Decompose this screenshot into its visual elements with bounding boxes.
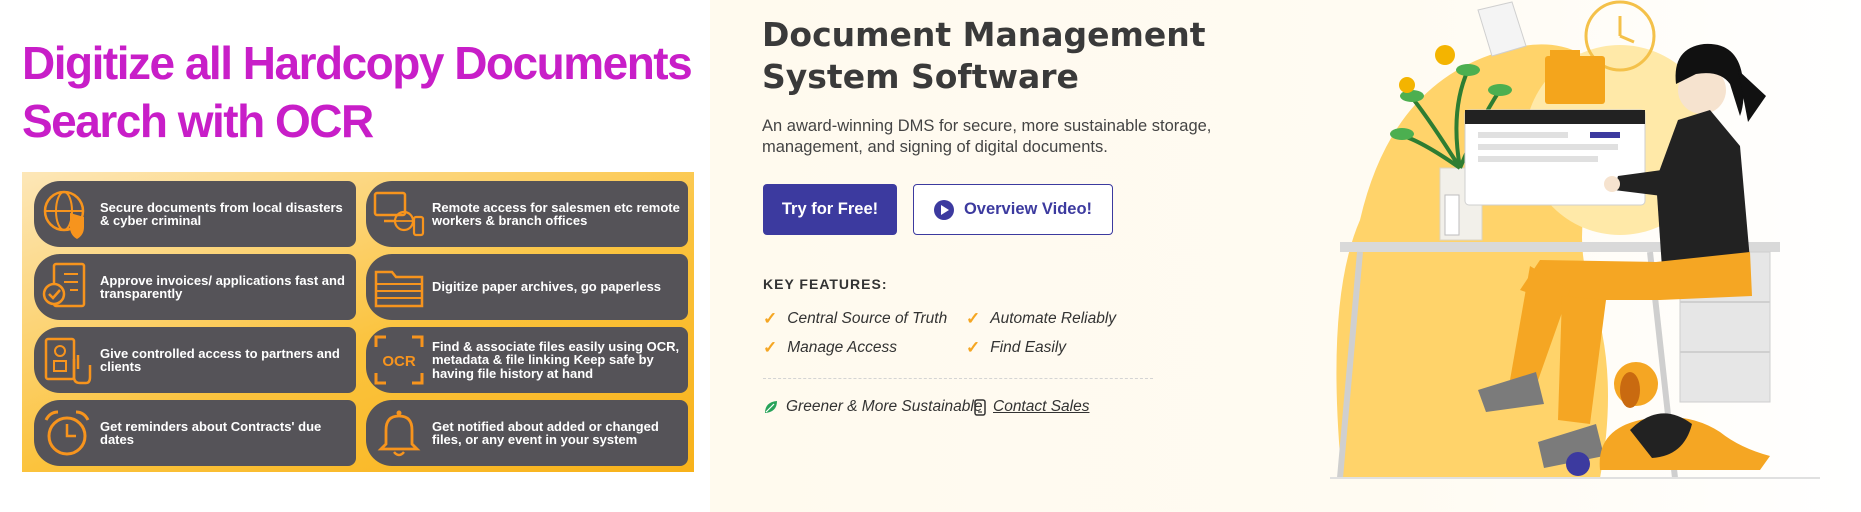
feature-board: Secure documents from local disasters & … bbox=[22, 172, 694, 472]
greener-label: Greener & More Sustainable bbox=[786, 398, 983, 415]
access-control-icon bbox=[44, 337, 92, 385]
feature-text: Remote access for salesmen etc remote wo… bbox=[432, 199, 680, 228]
feature-text: Approve invoices/ applications fast and … bbox=[100, 272, 345, 301]
ad-headline-line-1: Digitize all Hardcopy Documents bbox=[22, 37, 693, 89]
key-feature-item: ✓ Find Easily bbox=[966, 338, 1066, 358]
feature-tile: Digitize paper archives, go paperless bbox=[366, 254, 688, 320]
ad-headline: Digitize all Hardcopy Documents Search w… bbox=[22, 34, 693, 150]
overview-video-button[interactable]: Overview Video! bbox=[913, 184, 1113, 235]
feature-tile: Get notified about added or changed file… bbox=[366, 400, 688, 466]
checkmark-icon: ✓ bbox=[966, 309, 981, 328]
key-feature-item: ✓ Central Source of Truth bbox=[763, 309, 947, 329]
page-subtitle: An award-winning DMS for secure, more su… bbox=[762, 117, 1212, 156]
shield-globe-icon bbox=[43, 190, 85, 239]
divider bbox=[763, 378, 1153, 379]
feature-tile: Remote access for salesmen etc remote wo… bbox=[366, 181, 688, 247]
checkmark-icon: ✓ bbox=[966, 338, 981, 357]
mobile-phone-icon bbox=[974, 398, 986, 416]
remote-devices-icon bbox=[373, 191, 425, 237]
try-free-button[interactable]: Try for Free! bbox=[763, 184, 897, 235]
contact-sales-link[interactable]: Contact Sales bbox=[974, 398, 1090, 416]
feature-text: Give controlled access to partners and c… bbox=[100, 345, 340, 374]
approved-document-icon bbox=[42, 262, 86, 308]
page-title-line-2: System Software bbox=[762, 57, 1079, 96]
overview-video-label: Overview Video! bbox=[963, 200, 1093, 218]
play-icon bbox=[933, 199, 954, 220]
ocr-icon: OCR bbox=[374, 335, 424, 385]
key-feature-label: Central Source of Truth bbox=[787, 310, 948, 327]
ad-headline-line-2: Search with OCR bbox=[22, 95, 374, 147]
folder-icon bbox=[374, 270, 424, 308]
feature-text: Get reminders about Contracts' due dates bbox=[100, 418, 322, 447]
key-feature-label: Manage Access bbox=[787, 339, 897, 356]
feature-tile: Approve invoices/ applications fast and … bbox=[34, 254, 356, 320]
feature-text: Find & associate files easily using OCR,… bbox=[432, 338, 680, 381]
feature-text: Get notified about added or changed file… bbox=[432, 418, 659, 447]
checkmark-icon: ✓ bbox=[763, 309, 778, 328]
feature-tile: OCR Find & associate files easily using … bbox=[366, 327, 688, 393]
ad-panel: Digitize all Hardcopy Documents Search w… bbox=[0, 0, 710, 512]
office-worker-illustration bbox=[1330, 0, 1820, 479]
alarm-clock-icon bbox=[44, 410, 90, 456]
feature-tile: Secure documents from local disasters & … bbox=[34, 181, 356, 247]
page-title: Document Management System Software bbox=[762, 14, 1206, 98]
feature-tile: Give controlled access to partners and c… bbox=[34, 327, 356, 393]
bell-icon bbox=[377, 410, 421, 457]
contact-sales-label: Contact Sales bbox=[993, 398, 1090, 415]
leaf-icon bbox=[765, 401, 777, 413]
greener-note: Greener & More Sustainable bbox=[763, 398, 982, 416]
ocr-badge-text: OCR bbox=[382, 353, 416, 370]
page-title-line-1: Document Management bbox=[762, 15, 1206, 54]
feature-tile: Get reminders about Contracts' due dates bbox=[34, 400, 356, 466]
checkmark-icon: ✓ bbox=[763, 338, 778, 357]
key-feature-item: ✓ Automate Reliably bbox=[966, 309, 1116, 329]
feature-text: Digitize paper archives, go paperless bbox=[432, 279, 662, 295]
key-features-heading: KEY FEATURES: bbox=[763, 276, 888, 292]
feature-text: Secure documents from local disasters & … bbox=[100, 199, 343, 228]
key-feature-item: ✓ Manage Access bbox=[763, 338, 897, 358]
key-feature-label: Find Easily bbox=[990, 339, 1067, 356]
key-feature-label: Automate Reliably bbox=[990, 310, 1117, 327]
